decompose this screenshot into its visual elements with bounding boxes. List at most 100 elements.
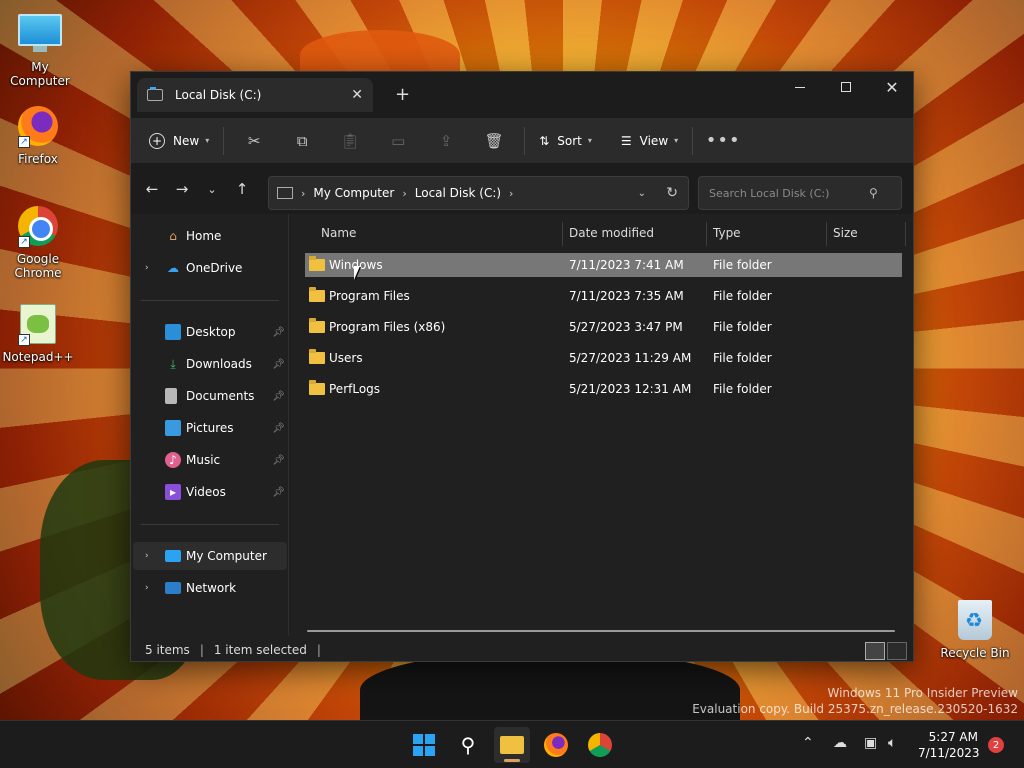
search-icon[interactable]: ⚲ <box>869 186 878 200</box>
table-row[interactable]: Windows 7/11/2023 7:41 AM File folder <box>305 253 902 277</box>
column-divider[interactable] <box>562 222 563 246</box>
view-button[interactable]: ☰ View ▾ <box>613 125 686 157</box>
pin-icon[interactable]: 📌︎ <box>272 359 285 370</box>
folder-icon <box>309 380 325 395</box>
forward-button[interactable]: → <box>167 174 197 204</box>
breadcrumb-my-computer[interactable]: My Computer <box>313 186 394 200</box>
delete-button[interactable]: 🗑︎ <box>470 125 518 157</box>
horizontal-scrollbar[interactable] <box>307 630 895 632</box>
firefox-taskbar-button[interactable] <box>538 727 574 763</box>
sidebar-item-onedrive[interactable]: › ☁ OneDrive <box>133 254 287 282</box>
pin-icon[interactable]: 📌︎ <box>272 423 285 434</box>
sort-button[interactable]: ⇅ Sort ▾ <box>531 125 600 157</box>
pin-icon[interactable]: 📌︎ <box>272 455 285 466</box>
toolbar-divider <box>223 126 225 155</box>
desktop-icon-chrome[interactable]: ↗ Google Chrome <box>0 204 76 280</box>
more-options-button[interactable]: ••• <box>699 125 747 157</box>
pin-icon[interactable]: 📌︎ <box>272 391 285 402</box>
sidebar-item-my-computer[interactable]: › My Computer <box>133 542 287 570</box>
address-dropdown-icon[interactable]: ⌄ <box>638 188 646 199</box>
chevron-right-icon[interactable]: › <box>145 263 149 273</box>
toolbar-divider <box>692 126 694 155</box>
folder-icon <box>309 349 325 364</box>
maximize-button[interactable] <box>823 72 869 102</box>
tiles-view-button[interactable] <box>887 642 907 660</box>
sidebar-item-network[interactable]: › Network <box>133 574 287 602</box>
arrow-left-icon: ← <box>145 180 159 198</box>
column-header-type[interactable]: Type <box>713 220 741 246</box>
pin-icon[interactable]: 📌︎ <box>272 487 285 498</box>
new-button[interactable]: + New ▾ <box>141 125 217 157</box>
table-row[interactable]: Program Files 7/11/2023 7:35 AM File fol… <box>305 284 902 308</box>
clock[interactable]: 5:27 AM 7/11/2023 <box>918 729 980 761</box>
share-button[interactable]: ⇪ <box>422 125 470 157</box>
paste-button[interactable]: 📋︎ <box>326 125 374 157</box>
pin-icon[interactable]: 📌︎ <box>272 327 285 338</box>
close-tab-icon[interactable]: ✕ <box>351 87 363 103</box>
chevron-right-icon[interactable]: › <box>145 583 149 593</box>
table-row[interactable]: PerfLogs 5/21/2023 12:31 AM File folder <box>305 377 902 401</box>
sidebar-item-pictures[interactable]: Pictures 📌︎ <box>133 414 287 442</box>
minimize-button[interactable] <box>777 72 823 102</box>
start-button[interactable] <box>406 727 442 763</box>
folder-icon <box>309 287 325 302</box>
sidebar-item-videos[interactable]: ▸ Videos 📌︎ <box>133 478 287 506</box>
windows-watermark: Windows 11 Pro Insider Preview Evaluatio… <box>692 685 1018 717</box>
notification-badge[interactable]: 2 <box>988 737 1004 753</box>
copy-button[interactable]: ⧉ <box>278 125 326 157</box>
file-explorer-window: Local Disk (C:) ✕ + ✕ + New ▾ ✂ ⧉ 📋︎ ▭ ⇪… <box>130 71 914 662</box>
cut-button[interactable]: ✂ <box>230 125 278 157</box>
chevron-down-icon: ▾ <box>674 136 679 145</box>
sidebar-item-music[interactable]: ♪ Music 📌︎ <box>133 446 287 474</box>
desktop-icon-firefox[interactable]: ↗ Firefox <box>0 104 76 166</box>
title-bar[interactable]: Local Disk (C:) ✕ + ✕ <box>131 72 913 118</box>
desktop-icon-recycle-bin[interactable]: Recycle Bin <box>937 598 1013 660</box>
search-input[interactable] <box>709 186 869 200</box>
address-bar[interactable]: › My Computer › Local Disk (C:) › ⌄ ↻ <box>268 176 689 210</box>
desktop-icon-my-computer[interactable]: My Computer <box>2 10 78 88</box>
chevron-right-icon[interactable]: › <box>145 551 149 561</box>
column-header-name[interactable]: Name <box>321 220 356 246</box>
cloud-offline-icon[interactable]: ☁ <box>833 735 847 751</box>
close-window-button[interactable]: ✕ <box>869 72 915 102</box>
sidebar-item-documents[interactable]: Documents 📌︎ <box>133 382 287 410</box>
column-divider[interactable] <box>905 222 906 246</box>
column-divider[interactable] <box>706 222 707 246</box>
table-row[interactable]: Users 5/27/2023 11:29 AM File folder <box>305 346 902 370</box>
desktop-icon-notepadpp[interactable]: ↗ Notepad++ <box>0 302 76 364</box>
sidebar-item-downloads[interactable]: ⤓ Downloads 📌︎ <box>133 350 287 378</box>
sidebar-item-home[interactable]: ⌂ Home <box>133 222 287 250</box>
column-header-label: Size <box>833 226 858 240</box>
new-tab-button[interactable]: + <box>395 84 410 105</box>
file-explorer-taskbar-button[interactable] <box>494 727 530 763</box>
show-hidden-icons-button[interactable]: ⌃ <box>802 735 814 751</box>
column-header-size[interactable]: Size <box>833 220 858 246</box>
chrome-taskbar-button[interactable] <box>582 727 618 763</box>
tab-title: Local Disk (C:) <box>175 88 262 102</box>
column-header-label: Type <box>713 226 741 240</box>
sort-label: Sort <box>557 133 582 148</box>
chrome-icon: ↗ <box>16 206 60 250</box>
volume-icon[interactable]: 🔈︎ <box>888 735 896 751</box>
rename-button[interactable]: ▭ <box>374 125 422 157</box>
folder-icon <box>500 736 524 754</box>
column-divider[interactable] <box>826 222 827 246</box>
tab-local-disk[interactable]: Local Disk (C:) ✕ <box>137 78 373 112</box>
up-button[interactable]: ↑ <box>227 174 257 204</box>
file-type: File folder <box>713 289 772 303</box>
firefox-icon <box>544 733 568 757</box>
breadcrumb-local-disk[interactable]: Local Disk (C:) <box>415 186 501 200</box>
refresh-icon[interactable]: ↻ <box>666 185 678 201</box>
sidebar-item-desktop[interactable]: Desktop 📌︎ <box>133 318 287 346</box>
network-status-icon[interactable]: ▣ <box>864 735 877 751</box>
details-view-button[interactable] <box>865 642 885 660</box>
search-taskbar-button[interactable]: ⚲ <box>450 727 486 763</box>
recent-locations-button[interactable]: ⌄ <box>197 174 227 204</box>
column-header-date[interactable]: Date modified <box>569 220 654 246</box>
sidebar-item-label: Videos <box>186 485 226 499</box>
ellipsis-icon: ••• <box>705 130 741 151</box>
back-button[interactable]: ← <box>137 174 167 204</box>
table-row[interactable]: Program Files (x86) 5/27/2023 3:47 PM Fi… <box>305 315 902 339</box>
list-view-icon: ☰ <box>620 133 632 148</box>
search-box[interactable]: ⚲ <box>698 176 902 210</box>
